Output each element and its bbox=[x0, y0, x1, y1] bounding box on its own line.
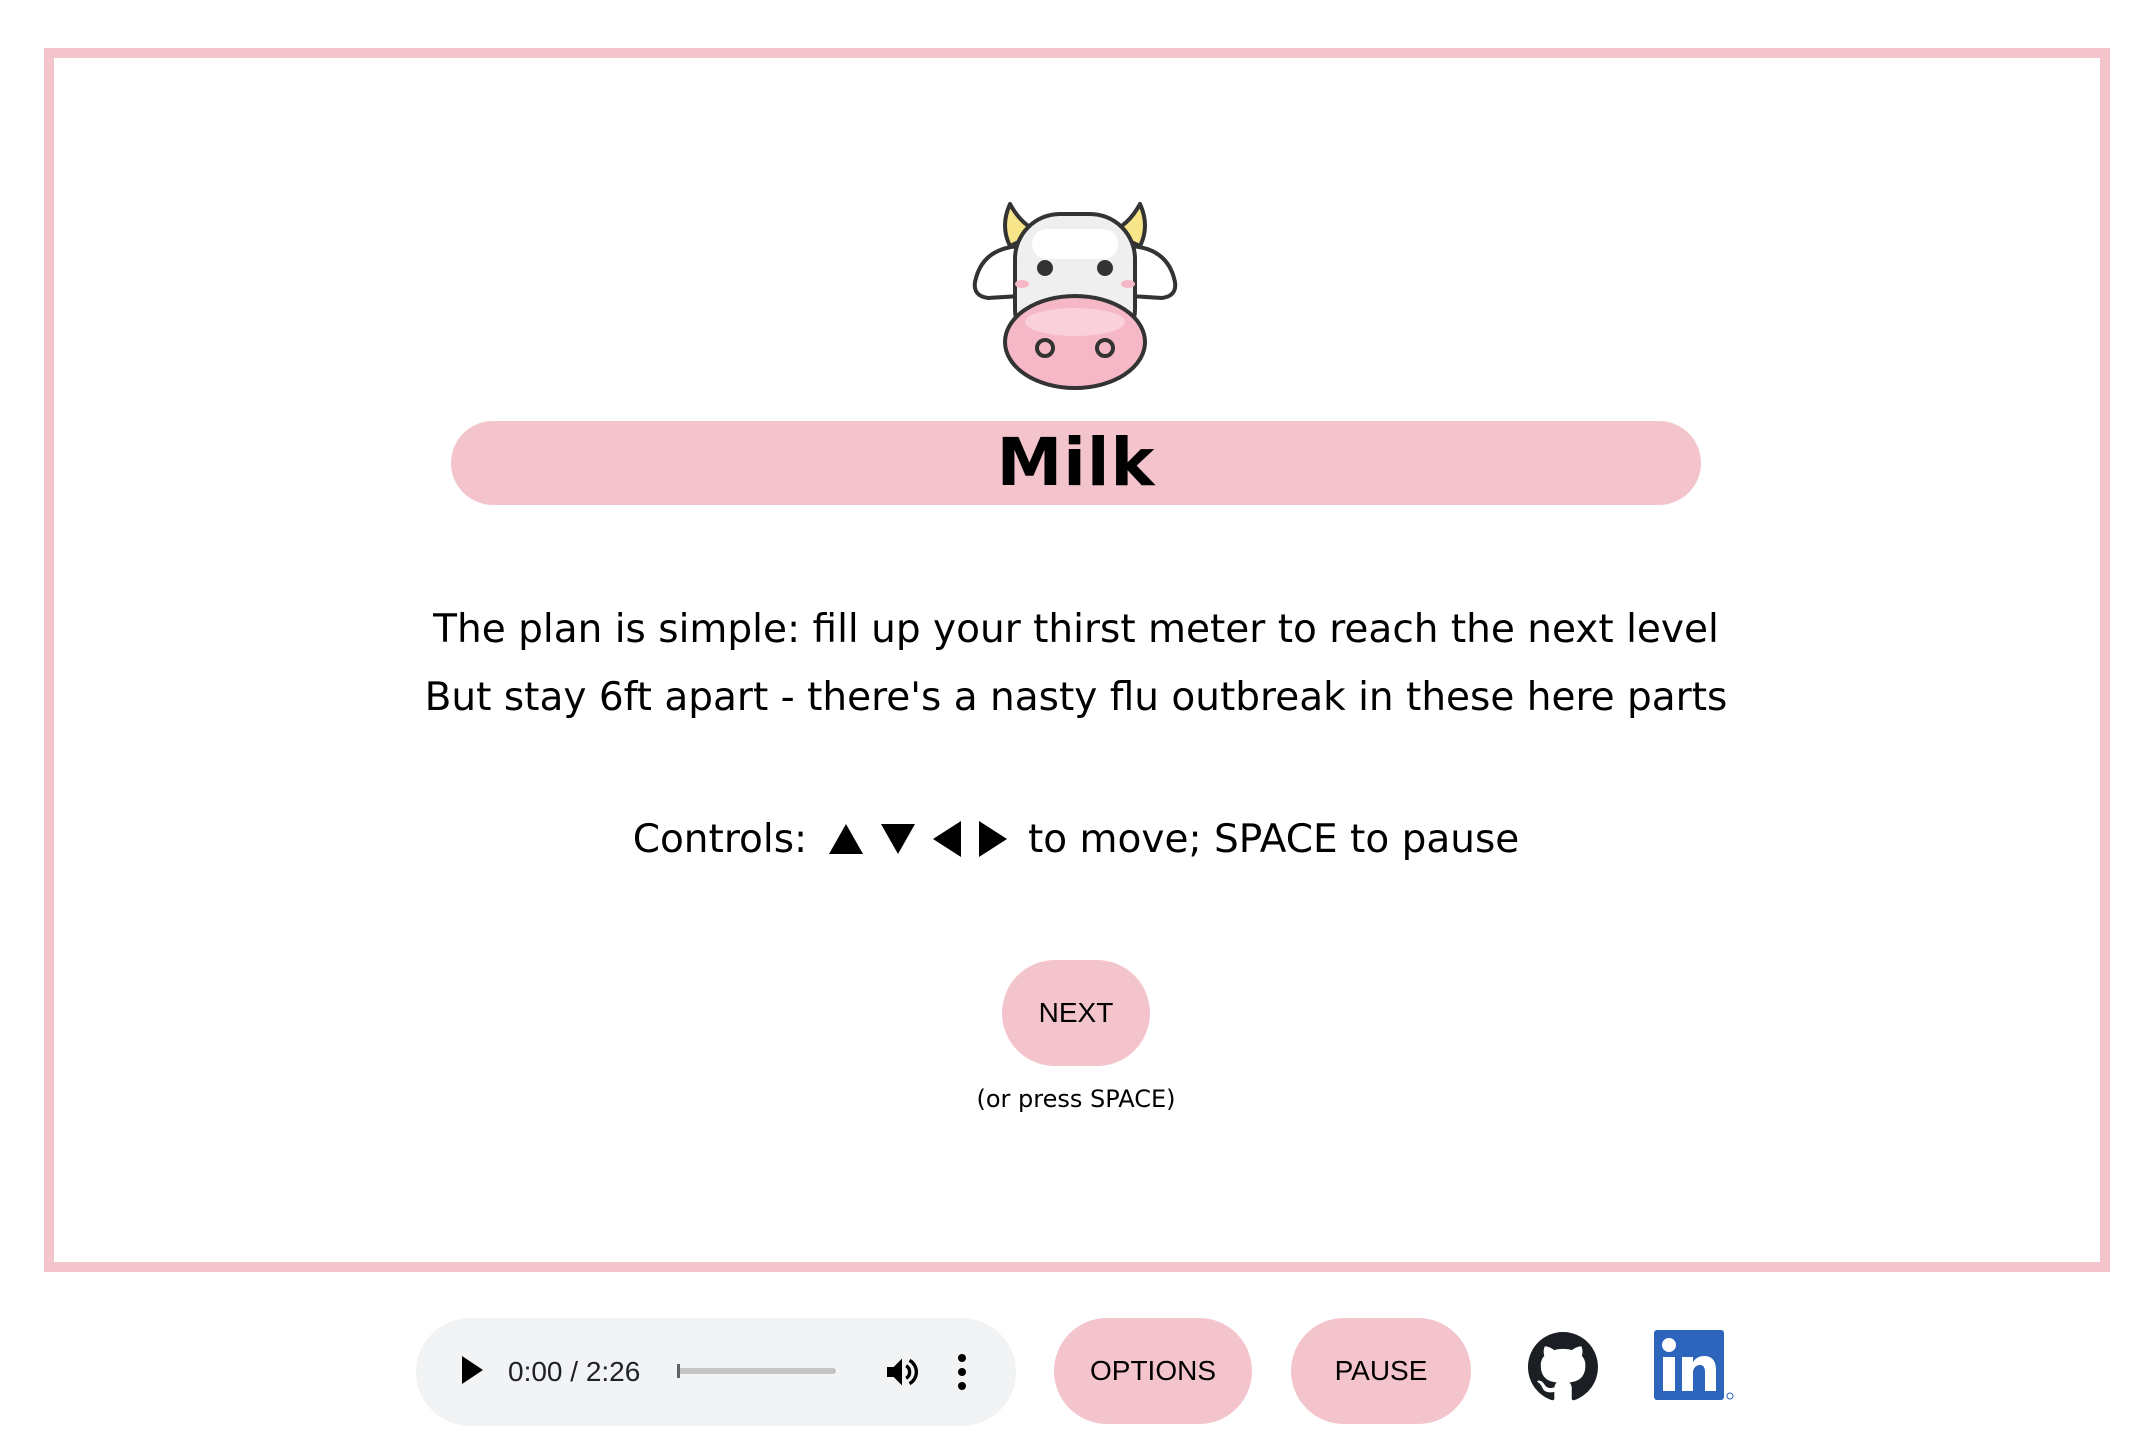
arrow-left-icon bbox=[932, 820, 961, 857]
controls-instructions: Controls: to move; SPACE to pause bbox=[300, 810, 1852, 870]
next-hint: (or press SPACE) bbox=[976, 1085, 1176, 1113]
controls-suffix: to move; SPACE to pause bbox=[1027, 817, 1520, 862]
level-title-banner: Milk bbox=[451, 421, 1701, 505]
arrow-down-icon bbox=[880, 823, 915, 854]
audio-time: 0:00 / 2:26 bbox=[508, 1356, 641, 1387]
controls-prefix: Controls: bbox=[632, 817, 808, 862]
level-description: The plan is simple: fill up your thirst … bbox=[300, 596, 1852, 732]
volume-icon[interactable] bbox=[882, 1352, 922, 1392]
description-line-2: But stay 6ft apart - there's a nasty flu… bbox=[424, 675, 1728, 720]
description-line-1: The plan is simple: fill up your thirst … bbox=[433, 607, 1719, 652]
audio-player: 0:00 / 2:26 bbox=[416, 1318, 1016, 1426]
arrow-up-icon bbox=[828, 823, 863, 854]
level-title: Milk bbox=[996, 424, 1156, 501]
linkedin-icon[interactable] bbox=[1654, 1330, 1736, 1402]
pause-button[interactable]: PAUSE bbox=[1291, 1318, 1471, 1424]
cow-icon bbox=[972, 202, 1178, 390]
audio-seek-handle[interactable] bbox=[677, 1364, 680, 1378]
options-button[interactable]: OPTIONS bbox=[1054, 1318, 1252, 1424]
audio-seek-bar[interactable] bbox=[677, 1364, 836, 1378]
next-button[interactable]: NEXT bbox=[1002, 960, 1150, 1066]
more-options-icon[interactable] bbox=[954, 1350, 970, 1394]
play-icon[interactable] bbox=[462, 1356, 483, 1384]
arrow-right-icon bbox=[978, 820, 1007, 857]
github-icon[interactable] bbox=[1528, 1332, 1598, 1402]
